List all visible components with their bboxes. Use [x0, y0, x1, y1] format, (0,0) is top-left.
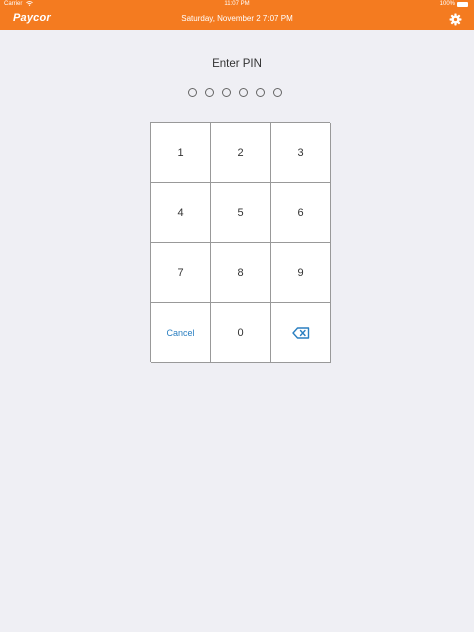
status-time: 11:07 PM — [224, 1, 250, 7]
key-7[interactable]: 7 — [151, 243, 211, 303]
status-bar: Carrier 11:07 PM 100% — [0, 0, 474, 9]
battery-label: 100% — [439, 1, 455, 7]
pin-dot — [222, 88, 231, 97]
key-4[interactable]: 4 — [151, 183, 211, 243]
gear-icon[interactable] — [449, 13, 462, 26]
backspace-icon — [291, 326, 309, 339]
key-0[interactable]: 0 — [211, 303, 271, 363]
pin-dot — [188, 88, 197, 97]
pin-dots — [188, 88, 282, 97]
key-8[interactable]: 8 — [211, 243, 271, 303]
battery-indicator: 100% — [440, 1, 468, 7]
key-9[interactable]: 9 — [271, 243, 331, 303]
key-2[interactable]: 2 — [211, 123, 271, 183]
keypad: 1 2 3 4 5 6 7 8 9 Cancel 0 — [150, 122, 331, 363]
nav-bar: Paycor Saturday, November 2 7:07 PM — [0, 9, 474, 30]
backspace-button[interactable] — [271, 303, 331, 363]
nav-datetime: Saturday, November 2 7:07 PM — [181, 14, 293, 23]
battery-icon — [457, 1, 468, 7]
key-3[interactable]: 3 — [271, 123, 331, 183]
cancel-button[interactable]: Cancel — [151, 303, 211, 363]
key-1[interactable]: 1 — [151, 123, 211, 183]
pin-dot — [239, 88, 248, 97]
key-5[interactable]: 5 — [211, 183, 271, 243]
key-6[interactable]: 6 — [271, 183, 331, 243]
pin-dot — [273, 88, 282, 97]
pin-dot — [205, 88, 214, 97]
pin-dot — [256, 88, 265, 97]
pin-title: Enter PIN — [212, 58, 262, 70]
